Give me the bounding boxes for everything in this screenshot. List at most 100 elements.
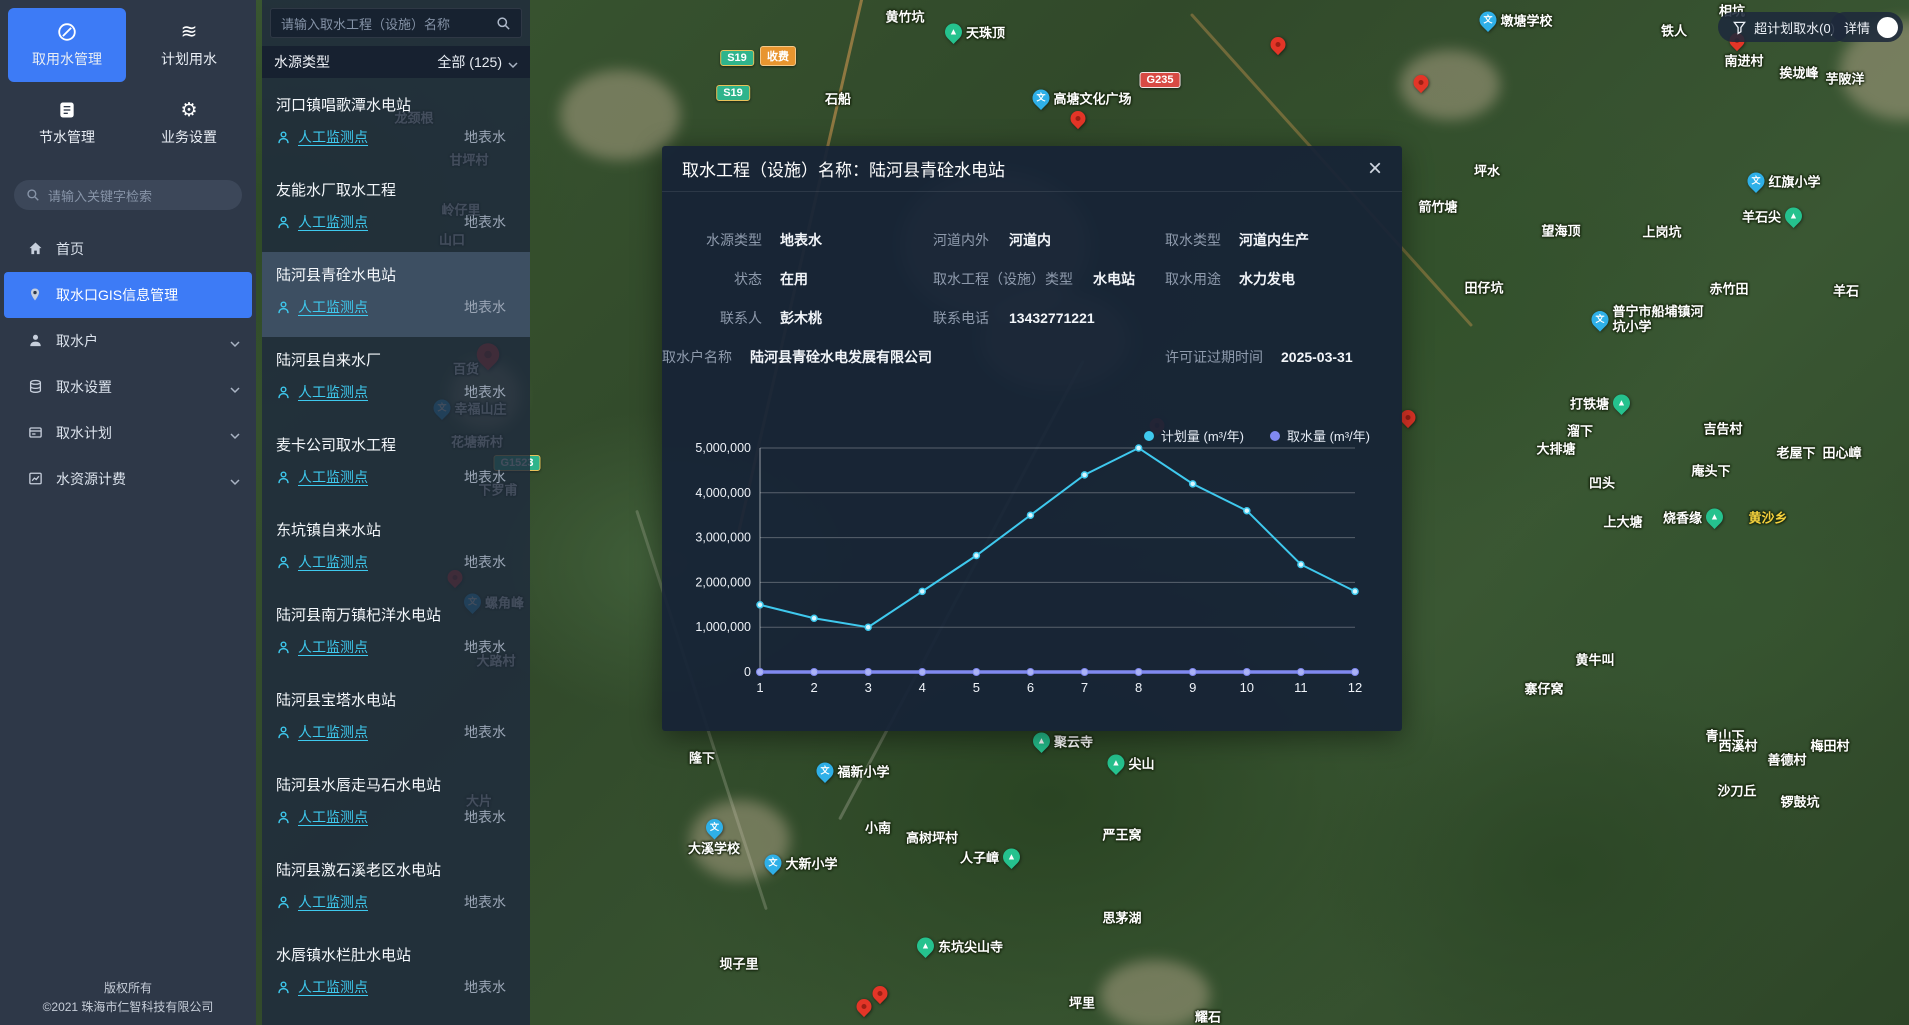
map-label[interactable]: 坝子里 [719, 954, 758, 973]
map-label[interactable]: 烧香缘▲ [1663, 508, 1723, 527]
map-label[interactable]: 沙刀丘 [1717, 781, 1756, 800]
station-marker-pin-icon[interactable] [869, 983, 890, 1004]
map-label[interactable]: 坪水 [1474, 161, 1500, 180]
map-label[interactable]: 望海顶 [1541, 221, 1580, 240]
sidebar-menu-item[interactable]: 取水口GIS信息管理 [4, 272, 252, 318]
mountain-pin-icon[interactable]: ▲ [1781, 204, 1805, 228]
sidebar-menu-item[interactable]: 首页 [0, 226, 256, 272]
close-icon[interactable]: × [1368, 157, 1382, 181]
module-button-3[interactable]: 节水管理 [8, 86, 126, 160]
school-pin-icon[interactable]: 文 [1744, 169, 1768, 193]
map-label[interactable]: S19 [720, 50, 754, 66]
map-label[interactable]: 梅田村 [1810, 736, 1849, 755]
map-label[interactable]: 溜下 [1567, 421, 1593, 440]
station-list-item[interactable]: 陆河县水唇走马石水电站 人工监测点 地表水 [262, 762, 530, 847]
station-list-item[interactable]: 麦卡公司取水工程 人工监测点 地表水 [262, 422, 530, 507]
map-label[interactable]: ▲天珠顶 [945, 23, 1005, 42]
map-label[interactable]: 铁人 [1661, 21, 1687, 40]
map-label[interactable]: 坪里 [1069, 993, 1095, 1012]
mountain-pin-icon[interactable]: ▲ [941, 20, 965, 44]
map-label[interactable]: 打铁塘▲ [1570, 394, 1630, 413]
station-list-item[interactable]: 东坑镇自来水站 人工监测点 地表水 [262, 507, 530, 592]
map-label[interactable]: S19 [716, 85, 750, 101]
station-marker-pin-icon[interactable] [853, 996, 874, 1017]
sidebar-menu-item[interactable]: 取水计划 [0, 410, 256, 456]
monitor-type[interactable]: 人工监测点 [298, 637, 368, 657]
map-label[interactable]: ▲尖山 [1107, 754, 1154, 773]
map-label[interactable]: ▲东坑尖山寺 [917, 937, 1003, 956]
monitor-type[interactable]: 人工监测点 [298, 552, 368, 572]
map-label[interactable]: 文普宁市船埔镇河坑小学 [1592, 305, 1713, 335]
map-label[interactable]: 羊石尖▲ [1742, 207, 1802, 226]
map-label[interactable]: 文墩塘学校 [1479, 11, 1552, 30]
station-list[interactable]: 河口镇唱歌潭水电站 人工监测点 地表水 友能水厂取水工程 人工监测点 地表水 陆… [262, 82, 530, 1025]
map-label[interactable]: 石船 [825, 89, 851, 108]
map-label[interactable]: 文福新小学 [816, 762, 889, 781]
monitor-type[interactable]: 人工监测点 [298, 467, 368, 487]
monitor-type[interactable]: 人工监测点 [298, 382, 368, 402]
station-list-item[interactable]: 陆河县宝塔水电站 人工监测点 地表水 [262, 677, 530, 762]
map-label[interactable]: 田仔坑 [1464, 278, 1503, 297]
monitor-type[interactable]: 人工监测点 [298, 127, 368, 147]
map-label[interactable]: 老屋下 [1776, 443, 1815, 462]
school-pin-icon[interactable]: 文 [1476, 8, 1500, 32]
map-label[interactable]: 善德村 [1767, 750, 1806, 769]
station-list-item[interactable]: 河口镇唱歌潭水电站 人工监测点 地表水 [262, 82, 530, 167]
station-marker-pin-icon[interactable] [1067, 108, 1088, 129]
map-label[interactable]: 黄竹坑 [885, 7, 924, 26]
map-label[interactable]: 凹头 [1589, 473, 1615, 492]
map-label[interactable]: G235 [1140, 72, 1181, 88]
map-label[interactable]: 南进村 [1724, 51, 1763, 70]
map-label[interactable]: 大排塘 [1536, 439, 1575, 458]
school-pin-icon[interactable]: 文 [761, 851, 785, 875]
mountain-pin-icon[interactable]: ▲ [1104, 751, 1128, 775]
map-label[interactable]: 上岗坑 [1642, 222, 1681, 241]
map-label[interactable]: 羊石 [1833, 281, 1859, 300]
monitor-type[interactable]: 人工监测点 [298, 892, 368, 912]
station-marker-pin-icon[interactable] [1267, 34, 1288, 55]
school-pin-icon[interactable]: 文 [702, 815, 726, 839]
monitor-type[interactable]: 人工监测点 [298, 977, 368, 997]
mountain-pin-icon[interactable]: ▲ [1029, 729, 1053, 753]
map-label[interactable]: 黄沙乡 [1748, 508, 1787, 527]
map-label[interactable]: 严王窝 [1102, 825, 1141, 844]
mountain-pin-icon[interactable]: ▲ [1609, 391, 1633, 415]
legend-item[interactable]: 计划量 (m³/年) [1144, 426, 1244, 445]
toggle-knob-icon[interactable] [1877, 17, 1898, 38]
monitor-type[interactable]: 人工监测点 [298, 212, 368, 232]
mountain-pin-icon[interactable]: ▲ [1702, 505, 1726, 529]
school-pin-icon[interactable]: 文 [1029, 86, 1053, 110]
module-button-2[interactable]: ≋ 计划用水 [130, 8, 248, 82]
map-label[interactable]: 文高塘文化广场 [1032, 89, 1131, 108]
map-label[interactable]: 箭竹塘 [1418, 197, 1457, 216]
legend-item[interactable]: 取水量 (m³/年) [1270, 426, 1370, 445]
map-label[interactable]: 思茅湖 [1102, 908, 1141, 927]
map-label[interactable]: ▲聚云寺 [1033, 732, 1093, 751]
module-button-1[interactable]: 取用水管理 [8, 8, 126, 82]
station-list-item[interactable]: 陆河县青硂水电站 人工监测点 地表水 [262, 252, 530, 337]
school-pin-icon[interactable]: 文 [1588, 308, 1612, 332]
map-label[interactable]: 收费 [760, 46, 796, 66]
map-label[interactable]: 赤竹田 [1709, 279, 1748, 298]
map-label[interactable]: 上大塘 [1603, 512, 1642, 531]
chevron-down-icon[interactable] [508, 57, 518, 67]
map-label[interactable]: 庵头下 [1691, 461, 1730, 480]
sidebar-menu-item[interactable]: 水资源计费 [0, 456, 256, 502]
map-label[interactable]: 隆下 [689, 748, 715, 767]
water-source-filter[interactable]: 水源类型 全部 (125) [262, 46, 530, 78]
map-label[interactable]: 高树坪村 [906, 828, 958, 847]
mountain-pin-icon[interactable]: ▲ [913, 934, 937, 958]
sidebar-menu-item[interactable]: 取水户 [0, 318, 256, 364]
map-label[interactable]: 耀石 [1195, 1007, 1221, 1025]
map-label[interactable]: 小南 [865, 818, 891, 837]
map-label[interactable]: 田心嶂 [1822, 443, 1861, 462]
station-list-item[interactable]: 友能水厂取水工程 人工监测点 地表水 [262, 167, 530, 252]
monitor-type[interactable]: 人工监测点 [298, 722, 368, 742]
monitor-type[interactable]: 人工监测点 [298, 297, 368, 317]
map-label[interactable]: 西溪村 [1718, 736, 1757, 755]
map-label[interactable]: 吉告村 [1703, 419, 1742, 438]
station-search-input[interactable]: 请输入取水工程（设施）名称 [270, 8, 522, 38]
search-icon[interactable] [496, 16, 511, 31]
map-label[interactable]: 黄牛叫 [1575, 650, 1614, 669]
station-list-item[interactable]: 陆河县南万镇杞洋水电站 人工监测点 地表水 [262, 592, 530, 677]
